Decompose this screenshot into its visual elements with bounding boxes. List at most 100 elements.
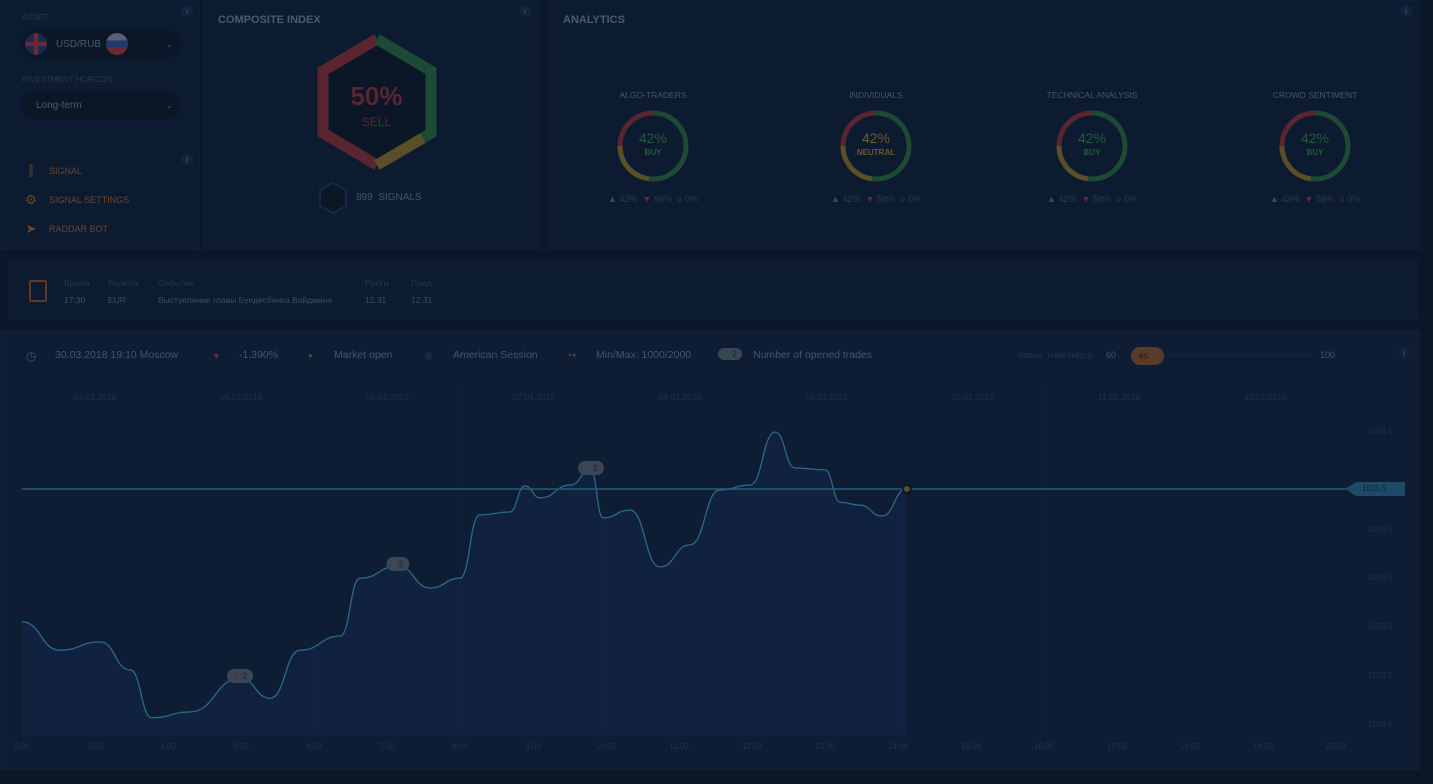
x-tick: 19:00 (1252, 742, 1274, 751)
x-tick: 14:00 (887, 742, 909, 751)
x-tick: 15:00 (960, 742, 982, 751)
info-icon[interactable]: i (1398, 347, 1410, 359)
date-tick: 09.01.2018 (805, 392, 848, 402)
analytics-individuals: INDIVIDUALS 42% NEUTRAL ▲ 42% ▼ 58% ○ 0% (796, 90, 956, 204)
asset-value: USD/RUB (56, 38, 102, 50)
session: American Session (453, 349, 538, 361)
analytics-item-title: ALGO-TRADERS (619, 90, 687, 100)
x-tick: 17:00 (1106, 742, 1128, 751)
donut-gauge: 42% BUY (615, 108, 691, 184)
gauge-legend: ▲ 42% ▼ 58% ○ 0% (1047, 194, 1137, 204)
x-tick: 12:00 (741, 742, 763, 751)
x-tick: 10:00 (595, 742, 617, 751)
minmax: Min/Max: 1000/2000 (596, 349, 692, 361)
y-tick: 1033.5 (1368, 524, 1393, 534)
threshold-max: 100 (1320, 350, 1336, 360)
gauge-signal: BUY (1306, 148, 1324, 157)
x-tick: 3:00 (87, 742, 103, 751)
gauge-legend: ▲ 42% ▼ 58% ○ 0% (1270, 194, 1360, 204)
trade-marker-up[interactable]: ▲ 2 (577, 460, 604, 475)
threshold-slider-track[interactable] (1140, 353, 1312, 357)
x-tick: 2:00 (14, 742, 30, 751)
menu-item-raddar-bot[interactable]: ➤ RADDAR BOT (23, 221, 108, 237)
trade-marker-down[interactable]: ▼ 2 (227, 669, 254, 684)
document-icon (29, 280, 47, 302)
menu-item-signal[interactable]: ⫿ SIGNAL (23, 163, 82, 179)
info-icon[interactable]: i (181, 5, 193, 17)
russia-flag-icon (106, 33, 128, 55)
menu-item-signal-settings[interactable]: ⚙ SIGNAL SETTINGS (23, 192, 129, 208)
gauge-legend: ▲ 42% ▼ 58% ○ 0% (608, 194, 698, 204)
date-tick: 11.01.2018 (1098, 392, 1141, 402)
candlestick-icon: ⫿ (28, 163, 34, 178)
paper-plane-icon: ➤ (25, 221, 37, 236)
y-tick: 1033.5 (1368, 622, 1393, 632)
gauge-percent: 42% (861, 130, 891, 146)
date-tick: 06.01.2018 (366, 392, 409, 402)
chevron-down-icon: ⌄ (165, 99, 173, 110)
gauge-percent: 42% (1077, 130, 1107, 146)
news-column: Событие Выступление главы Бундесбанка Вай… (158, 278, 333, 305)
analytics-technical-analysis: TECHNICAL ANALYSIS 42% BUY ▲ 42% ▼ 58% ○… (1012, 90, 1172, 204)
threshold-label: SIGNAL THRESHOLD (1017, 351, 1093, 360)
composite-title: COMPOSITE INDEX (218, 14, 321, 26)
news-column: Валюта EUR (108, 278, 139, 305)
horizon-select[interactable]: Long-term ⌄ (21, 91, 181, 119)
donut-gauge: 42% BUY (1054, 108, 1130, 184)
info-icon[interactable]: i (519, 5, 531, 17)
date-tick: 10.01.2018 (951, 392, 995, 402)
gauge-percent: 42% (1300, 130, 1330, 146)
datetime: 30.03.2018 19:10 Moscow (55, 349, 179, 361)
location-pin-icon: ⌾ (425, 349, 433, 363)
x-tick: 18:00 (1179, 742, 1201, 751)
trades-label: Number of opened trades (753, 349, 873, 361)
clock-icon: ◷ (26, 349, 37, 363)
trades-badge: ▲2 (718, 348, 742, 360)
x-tick: 6:00 (306, 742, 322, 751)
signals-hex-icon (319, 181, 347, 215)
analytics-item-title: CROWD SENTIMENT (1272, 90, 1358, 100)
donut-gauge: 42% BUY (1277, 108, 1353, 184)
composite-signal: SELL (361, 115, 392, 129)
analytics-title: ANALYTICS (563, 14, 625, 26)
gauge-signal: BUY (1083, 148, 1101, 157)
x-tick: 11:00 (669, 742, 689, 751)
donut-gauge: 42% NEUTRAL (838, 108, 914, 184)
date-tick: 04.01.2018 (73, 392, 117, 402)
gauge-signal: NEUTRAL (856, 148, 896, 157)
signals-count: 899 SIGNALS (356, 192, 422, 203)
threshold-min: 60 (1106, 350, 1117, 360)
y-tick: 1033.5 (1368, 719, 1393, 729)
y-tick: 1033.5 (1368, 573, 1393, 583)
current-price-label: 1035.5 (1362, 484, 1387, 493)
gauge-legend: ▲ 42% ▼ 58% ○ 0% (831, 194, 921, 204)
x-tick: 7:00 (379, 742, 395, 751)
y-tick: 1034.5 (1368, 427, 1393, 436)
composite-percent: 50% (350, 81, 403, 111)
y-tick: 1033.5 (1368, 671, 1393, 680)
menu-label: RADDAR BOT (49, 224, 109, 234)
news-column: Прогн. 12.31 (365, 278, 391, 305)
asset-panel: ASSET i USD/RUB ⌄ INVESTMENT HORIZON Lon… (0, 0, 200, 250)
asset-select[interactable]: USD/RUB ⌄ (21, 30, 181, 58)
gauge-signal: BUY (644, 148, 662, 157)
x-tick: 13:00 (814, 742, 836, 751)
analytics-algo-traders: ALGO-TRADERS 42% BUY ▲ 42% ▼ 58% ○ 0% (573, 90, 733, 204)
x-tick: 8:00 (452, 742, 468, 751)
x-tick: 20:00 (1325, 742, 1347, 751)
menu-label: SIGNAL SETTINGS (49, 195, 130, 205)
minmax-dots-icon: ●● (568, 352, 577, 359)
change-value: -1.390% (239, 349, 279, 361)
info-icon[interactable]: i (1400, 5, 1412, 17)
market-status: Market open (334, 349, 393, 361)
date-tick: 05.01.2018 (220, 392, 263, 402)
analytics-panel: ANALYTICS i ALGO-TRADERS 42% BUY ▲ 42% ▼… (548, 0, 1420, 250)
info-icon[interactable]: i (181, 153, 193, 165)
x-tick: 16:00 (1033, 742, 1055, 751)
trade-marker-neutral[interactable]: ○ 2 (386, 556, 410, 571)
threshold-slider-handle[interactable]: 65 (1131, 347, 1164, 365)
uk-flag-icon (25, 33, 47, 55)
gauge-percent: 42% (638, 130, 668, 146)
down-arrow-icon: ▼ (212, 351, 221, 361)
news-column: Время 17:30 (64, 278, 90, 305)
